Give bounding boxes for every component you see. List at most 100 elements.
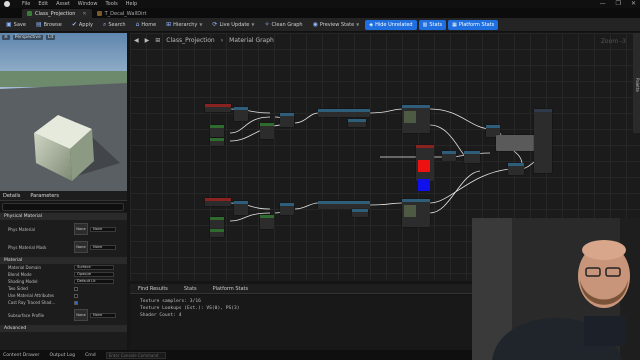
live-update-button[interactable]: ⟳ Live Update ▼ [208, 20, 258, 30]
details-search-input[interactable] [2, 203, 124, 211]
multiply-node[interactable] [234, 107, 248, 121]
tab-platform-stats[interactable]: Platform Stats [213, 286, 248, 292]
title-bar: File Edit Asset Window Tools Help — ❐ ✕ [0, 0, 640, 8]
stats-label: Stats [429, 21, 443, 28]
toolbar: ▣ Save ▤ Browse ✔ Apply ⌕ Search ⌂ Home ⊞ Hier… [0, 18, 640, 32]
tab-stats[interactable]: Stats [184, 286, 197, 292]
breadcrumb-root[interactable]: Class_Projection [166, 37, 214, 44]
constant-node[interactable] [210, 217, 224, 229]
perspective-button[interactable]: Perspective [12, 35, 43, 40]
texture-sample-node[interactable] [402, 105, 430, 133]
platform-stats-button[interactable]: ▦ Platform Stats [448, 19, 499, 30]
hierarchy-icon: ⊞ [166, 21, 172, 28]
save-label: Save [13, 21, 26, 28]
mask-node[interactable] [352, 209, 368, 217]
tab-t-decal-walldirt[interactable]: T_Decal_WallDirt [92, 9, 152, 18]
tab-details[interactable]: Details [3, 193, 20, 199]
node-header [234, 201, 248, 204]
chevron-down-icon: ▼ [356, 22, 360, 27]
document-tab-bar: Class_Projection ✕ T_Decal_WallDirt [0, 8, 640, 18]
menu-edit[interactable]: Edit [38, 1, 48, 7]
mask-node[interactable] [348, 119, 366, 127]
world-position-node[interactable] [318, 201, 370, 209]
constant-node[interactable] [210, 138, 224, 146]
texture-coordinate-node[interactable] [205, 104, 231, 112]
material-icon [27, 11, 32, 16]
menu-help[interactable]: Help [126, 1, 137, 7]
world-position-node[interactable] [318, 109, 370, 117]
lit-button[interactable]: Lit [45, 35, 56, 40]
folder-icon: ▤ [35, 21, 42, 28]
menu-tools[interactable]: Tools [105, 1, 117, 7]
section-material[interactable]: Material [0, 257, 127, 264]
cast-ray-traced-checkbox[interactable] [74, 300, 78, 305]
preview-state-button[interactable]: ◉ Preview State ▼ [309, 20, 364, 30]
back-arrow-icon[interactable]: ◀ [134, 37, 139, 44]
output-log-button[interactable]: Output Log [49, 353, 75, 358]
subsurface-profile-row: Subsurface Profile None None [0, 306, 127, 324]
menu-window[interactable]: Window [78, 1, 98, 7]
menu-asset[interactable]: Asset [56, 1, 70, 7]
material-output-node[interactable] [534, 109, 552, 173]
multiply-node[interactable] [280, 113, 294, 127]
node-header [508, 163, 524, 166]
palette-side-tab[interactable]: Palette [633, 33, 640, 133]
close-tab-icon[interactable]: ✕ [82, 11, 86, 17]
multiply-node[interactable] [234, 201, 248, 215]
material-domain-select[interactable]: Surface [74, 265, 114, 270]
tab-find-results[interactable]: Find Results [138, 286, 168, 292]
forward-arrow-icon[interactable]: ▶ [145, 37, 150, 44]
apply-button[interactable]: ✔ Apply [68, 20, 97, 30]
hierarchy-button[interactable]: ⊞ Hierarchy ▼ [162, 20, 206, 30]
two-sided-checkbox[interactable] [74, 286, 78, 291]
minimize-button[interactable]: — [600, 0, 606, 7]
menu-file[interactable]: File [22, 1, 30, 7]
add-node[interactable] [260, 215, 274, 229]
phys-material-thumbnail[interactable]: None [74, 223, 88, 235]
constant-node[interactable] [210, 229, 224, 237]
maximize-button[interactable]: ❐ [616, 0, 621, 7]
texture-coordinate-node[interactable] [205, 198, 231, 206]
shading-model-select[interactable]: Default Lit [74, 279, 114, 284]
add-node[interactable] [260, 123, 274, 139]
search-button[interactable]: ⌕ Search [99, 20, 130, 30]
breadcrumb-leaf[interactable]: Material Graph [229, 37, 274, 44]
phys-material-mask-thumbnail[interactable]: None [74, 241, 88, 253]
clean-graph-button[interactable]: ✧ Clean Graph [260, 20, 306, 30]
tab-parameters[interactable]: Parameters [30, 193, 59, 199]
phys-material-picker[interactable]: None [90, 226, 116, 232]
menu-bar: File Edit Asset Window Tools Help [22, 1, 137, 7]
close-window-button[interactable]: ✕ [631, 0, 636, 7]
lerp-node[interactable] [508, 163, 524, 175]
multiply-node[interactable] [280, 203, 294, 215]
section-physical-material[interactable]: Physical Material [0, 213, 127, 220]
hide-unrelated-button[interactable]: ◈ Hide Unrelated [365, 19, 417, 30]
node-header [210, 138, 224, 141]
subsurface-profile-picker[interactable]: None [90, 312, 116, 318]
preview-viewport[interactable]: ≡ Perspective Lit [0, 33, 127, 191]
texture-sample-node[interactable] [402, 199, 430, 227]
content-drawer-button[interactable]: Content Drawer [3, 353, 39, 358]
stats-button[interactable]: ▥ Stats [418, 19, 447, 30]
section-advanced[interactable]: Advanced [0, 325, 127, 332]
subsurface-profile-thumbnail[interactable]: None [74, 309, 88, 321]
home-button[interactable]: ⌂ Home [132, 20, 161, 30]
blend-mode-select[interactable]: Opaque [74, 272, 114, 277]
live-update-icon: ⟳ [212, 21, 218, 28]
constant-node[interactable] [210, 125, 224, 137]
material-domain-row: Material Domain Surface [0, 264, 127, 271]
cmd-button[interactable]: Cmd [85, 353, 96, 358]
viewport-options-icon[interactable]: ≡ [2, 35, 10, 40]
phys-material-label: Phys Material [8, 226, 35, 232]
use-material-attributes-checkbox[interactable] [74, 293, 78, 298]
lerp-node[interactable] [464, 151, 480, 163]
browse-button[interactable]: ▤ Browse [32, 20, 66, 30]
save-button[interactable]: ▣ Save [2, 20, 30, 30]
lerp-node[interactable] [442, 151, 456, 161]
phys-material-mask-picker[interactable]: None [90, 244, 116, 250]
tab-class-projection[interactable]: Class_Projection ✕ [22, 9, 92, 18]
texture-icon [96, 11, 102, 16]
home-icon: ⌂ [135, 21, 140, 28]
console-command-input[interactable]: Enter Console Command [105, 351, 166, 359]
node-header [486, 125, 500, 128]
